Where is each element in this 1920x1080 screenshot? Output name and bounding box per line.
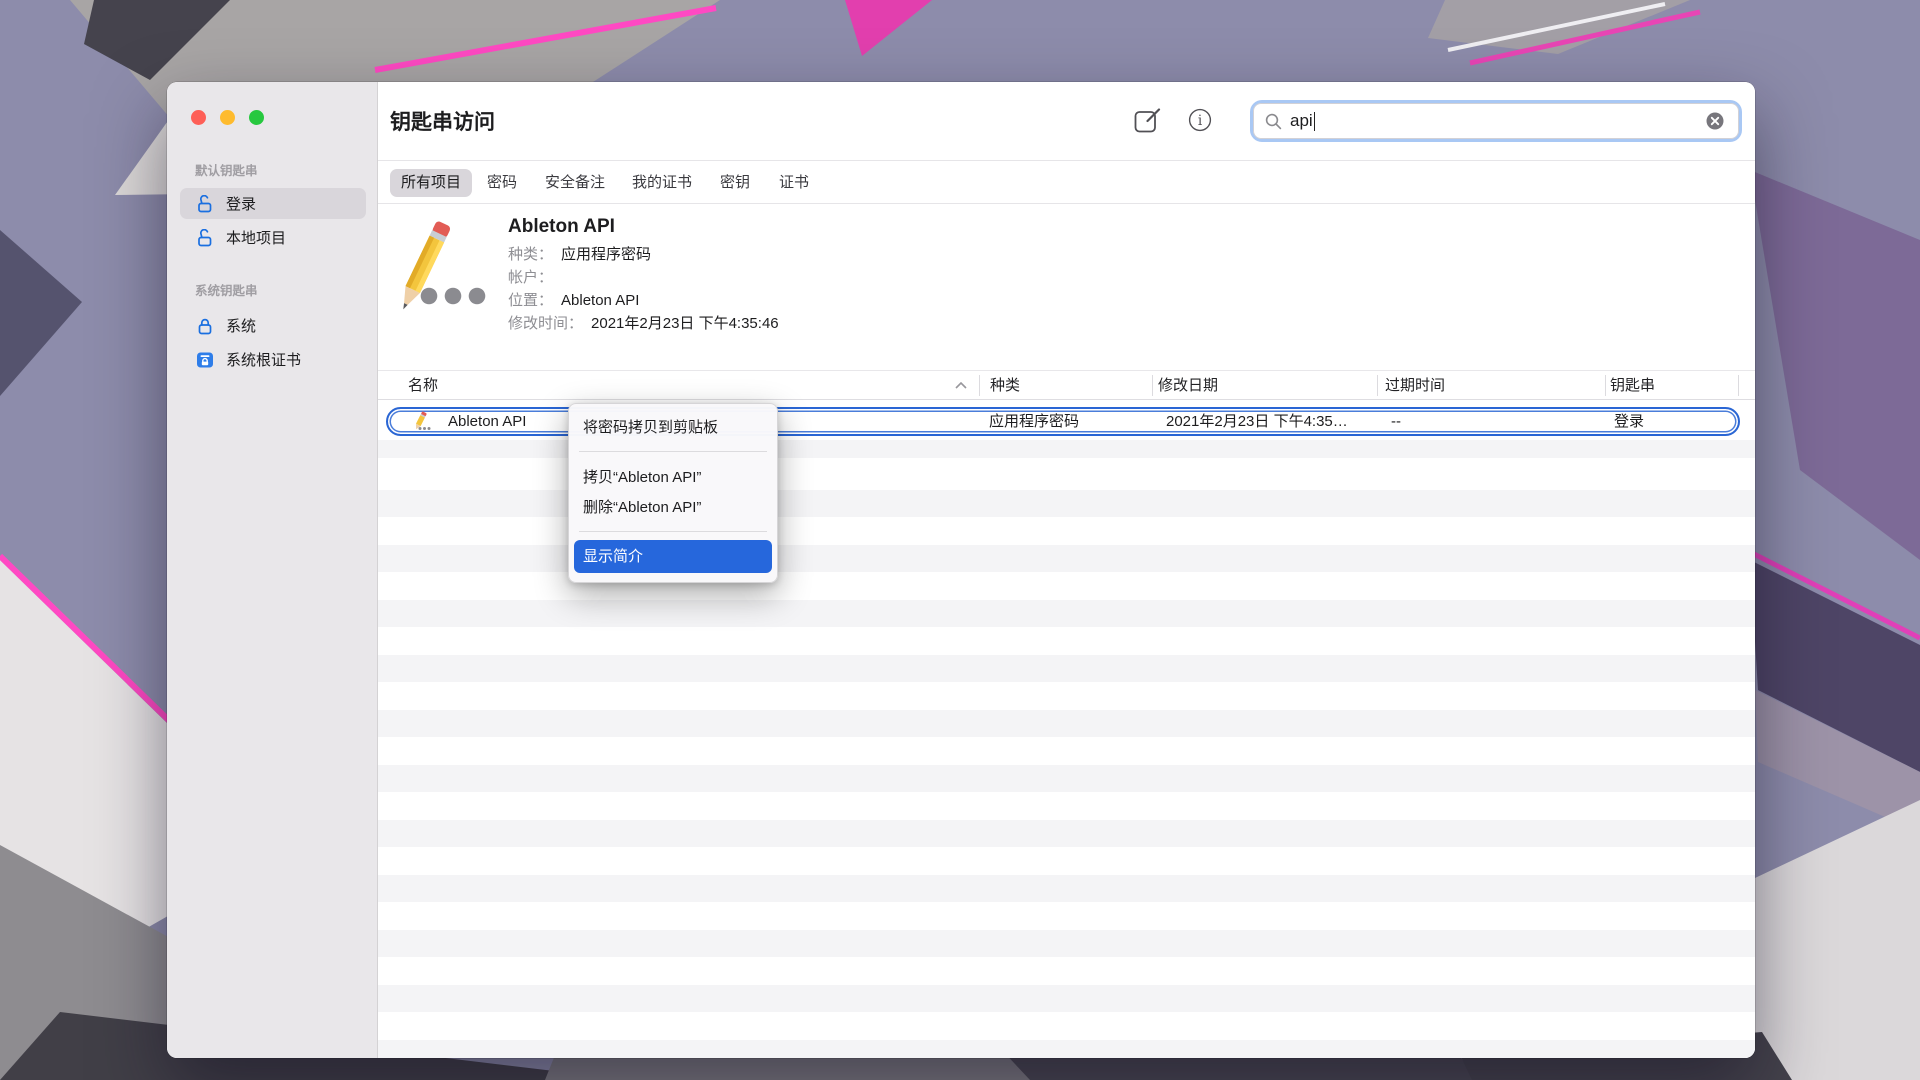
- locked-padlock-icon: [196, 317, 214, 335]
- sidebar-section-default-keychains: 默认钥匙串: [195, 160, 258, 179]
- tab-my-certificates[interactable]: 我的证书: [632, 169, 692, 197]
- context-menu: 将密码拷贝到剪贴板 拷贝“Ableton API” 删除“Ableton API…: [568, 403, 778, 583]
- table-header: 名称 种类 修改日期 过期时间 钥匙串: [378, 371, 1755, 400]
- cell-keychain: 登录: [1614, 409, 1644, 434]
- detail-value: 2021年2月23日 下午4:35:46: [591, 315, 779, 332]
- cell-modified: 2021年2月23日 下午4:35…: [1166, 409, 1348, 434]
- cell-name: Ableton API: [448, 409, 526, 434]
- search-inner: api: [1253, 103, 1739, 139]
- page-title: 钥匙串访问: [390, 106, 495, 136]
- table-stripe-row[interactable]: [378, 655, 1755, 682]
- menu-item-delete-ableton-api[interactable]: 删除“Ableton API”: [574, 493, 772, 523]
- tab-passwords[interactable]: 密码: [487, 169, 517, 197]
- search-input-value[interactable]: api: [1290, 111, 1313, 131]
- toolbar-separator: [378, 160, 1755, 161]
- tab-secure-notes[interactable]: 安全备注: [545, 169, 605, 197]
- menu-item-copy-ableton-api[interactable]: 拷贝“Ableton API”: [574, 463, 772, 493]
- table-stripe-row[interactable]: [378, 820, 1755, 847]
- detail-value: 应用程序密码: [561, 246, 651, 263]
- tabs-separator: [378, 203, 1755, 204]
- sidebar-item-label: 系统根证书: [226, 349, 301, 370]
- sidebar-item-system[interactable]: 系统: [180, 310, 366, 341]
- column-divider[interactable]: [1377, 375, 1378, 396]
- detail-value: Ableton API: [561, 292, 639, 309]
- sort-ascending-icon: [955, 382, 967, 389]
- sidebar-item-label: 本地项目: [226, 227, 286, 248]
- table-stripe-row[interactable]: [378, 1040, 1755, 1058]
- menu-separator: [579, 531, 767, 532]
- svg-text:i: i: [1198, 113, 1203, 129]
- sidebar-item-system-roots[interactable]: 系统根证书: [180, 344, 366, 375]
- new-item-compose-button[interactable]: [1134, 108, 1161, 133]
- menu-item-copy-password-to-clipboard[interactable]: 将密码拷贝到剪贴板: [574, 413, 772, 443]
- menu-item-get-info[interactable]: 显示简介: [574, 540, 772, 573]
- column-header-expires[interactable]: 过期时间: [1385, 371, 1445, 400]
- tab-certificates[interactable]: 证书: [779, 169, 809, 197]
- detail-label: 帐户：: [508, 269, 553, 286]
- tab-all-items[interactable]: 所有项目: [390, 169, 472, 197]
- system-roots-box-icon: [196, 351, 214, 369]
- unlocked-padlock-icon: [196, 229, 214, 247]
- column-header-kind[interactable]: 种类: [990, 371, 1020, 400]
- sidebar-item-login[interactable]: 登录: [180, 188, 366, 219]
- column-header-modified[interactable]: 修改日期: [1158, 371, 1218, 400]
- unlocked-padlock-icon: [196, 195, 214, 213]
- clear-search-icon[interactable]: [1706, 112, 1724, 130]
- cell-kind: 应用程序密码: [989, 409, 1079, 434]
- detail-label: 种类：: [508, 246, 553, 263]
- menu-separator: [579, 451, 767, 452]
- application-password-pencil-icon: [400, 215, 490, 315]
- search-icon: [1265, 113, 1282, 130]
- table-stripe-row[interactable]: [378, 600, 1755, 627]
- item-detail-panel: Ableton API 种类： 应用程序密码 帐户： 位置： Ableton API…: [508, 216, 779, 335]
- search-field[interactable]: api: [1250, 100, 1742, 142]
- column-header-name[interactable]: 名称: [408, 371, 438, 400]
- sidebar-item-local-items[interactable]: 本地项目: [180, 222, 366, 253]
- table-stripe-row[interactable]: [378, 765, 1755, 792]
- column-divider[interactable]: [1152, 375, 1153, 396]
- table-stripe-row[interactable]: [378, 710, 1755, 737]
- zoom-button[interactable]: [249, 110, 264, 125]
- close-button[interactable]: [191, 110, 206, 125]
- detail-label: 修改时间：: [508, 315, 583, 332]
- column-header-keychain[interactable]: 钥匙串: [1610, 371, 1655, 400]
- item-title: Ableton API: [508, 216, 779, 238]
- detail-label: 位置：: [508, 292, 553, 309]
- sidebar-item-label: 系统: [226, 315, 256, 336]
- tab-keys[interactable]: 密钥: [720, 169, 750, 197]
- table-stripe-row[interactable]: [378, 930, 1755, 957]
- column-divider[interactable]: [1605, 375, 1606, 396]
- application-password-pencil-icon: [412, 411, 434, 432]
- table-stripe-row[interactable]: [378, 875, 1755, 902]
- table-stripe-row[interactable]: [378, 985, 1755, 1012]
- sidebar-item-label: 登录: [226, 193, 256, 214]
- keychain-access-window: 默认钥匙串 登录 本地项目 系统钥匙串: [167, 82, 1755, 1058]
- cell-expires: --: [1391, 409, 1401, 434]
- column-divider[interactable]: [1738, 375, 1739, 396]
- sidebar-section-system-keychains: 系统钥匙串: [195, 280, 258, 299]
- minimize-button[interactable]: [220, 110, 235, 125]
- info-button[interactable]: i: [1188, 108, 1212, 132]
- sidebar: 默认钥匙串 登录 本地项目 系统钥匙串: [167, 82, 378, 1058]
- desktop: 默认钥匙串 登录 本地项目 系统钥匙串: [0, 0, 1920, 1080]
- column-divider[interactable]: [979, 375, 980, 396]
- text-caret: [1314, 112, 1316, 131]
